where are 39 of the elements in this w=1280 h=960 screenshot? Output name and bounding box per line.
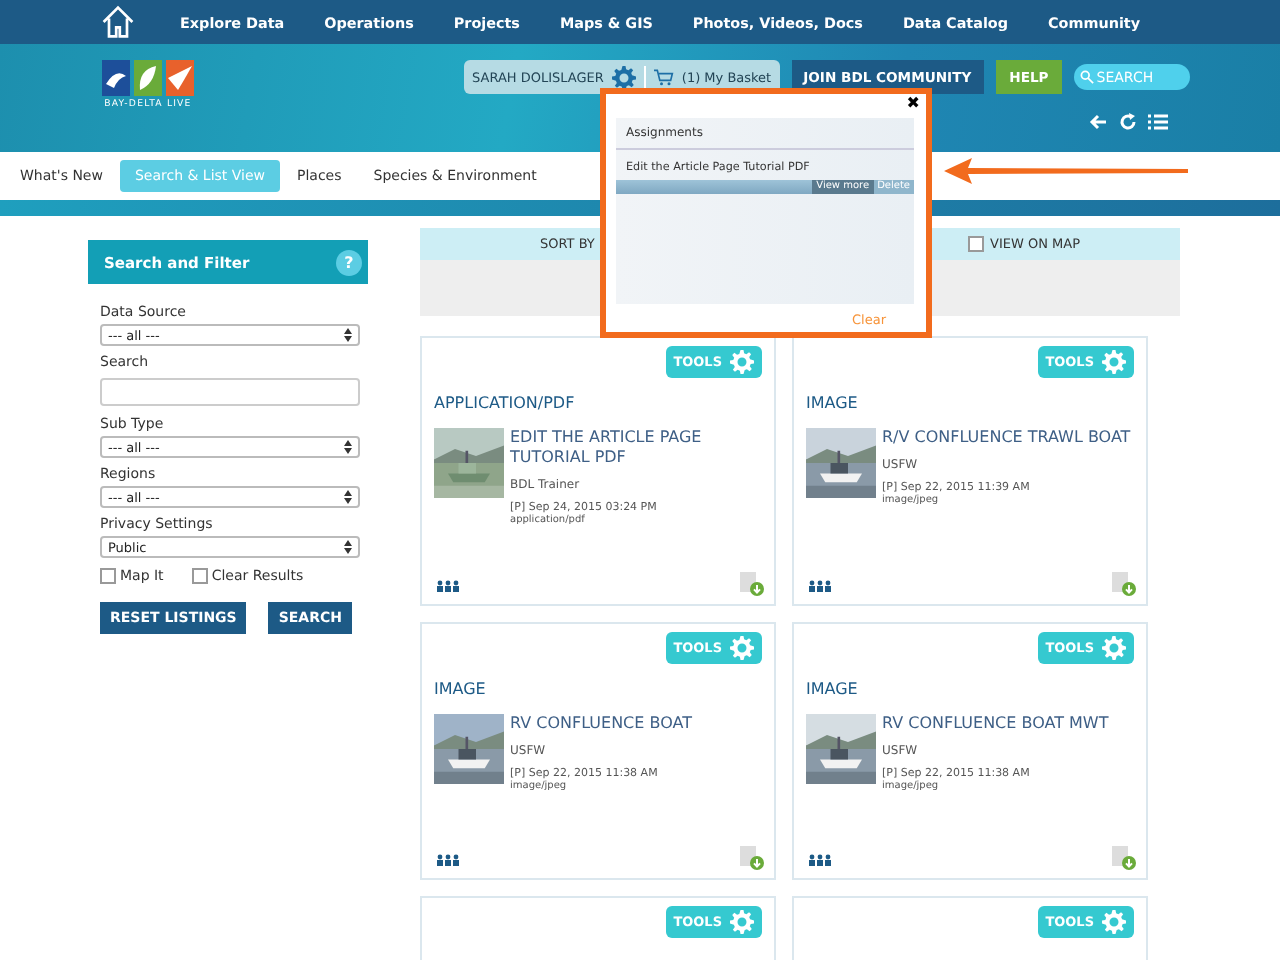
item-type: APPLICATION/PDF	[434, 394, 577, 412]
checkbox[interactable]	[191, 568, 208, 584]
download-icon[interactable]	[740, 846, 764, 870]
people-icon[interactable]	[808, 854, 832, 866]
list-icon[interactable]	[1148, 112, 1168, 132]
item-title[interactable]: R/V CONFLUENCE TRAWL BOAT	[882, 428, 1131, 448]
gear-icon[interactable]	[1102, 910, 1126, 934]
gear-icon[interactable]	[611, 65, 636, 89]
search-input[interactable]	[100, 377, 360, 405]
close-button[interactable]: ✖	[906, 94, 920, 112]
checkbox[interactable]	[100, 568, 116, 584]
updown-arrows-icon	[344, 540, 352, 554]
updown-arrows-icon	[344, 490, 352, 504]
logo-icon[interactable]	[102, 60, 194, 96]
gear-icon[interactable]	[730, 350, 754, 374]
search-icon	[1080, 70, 1095, 84]
download-icon[interactable]	[1112, 846, 1136, 870]
refresh-icon[interactable]	[1118, 112, 1138, 132]
item-type: IMAGE	[806, 680, 860, 698]
checkbox[interactable]	[968, 236, 985, 252]
item-type: IMAGE	[434, 680, 488, 698]
updown-arrows-icon	[344, 328, 352, 342]
people-icon[interactable]	[808, 580, 832, 592]
item-title[interactable]: EDIT THE ARTICLE PAGE TUTORIAL PDF	[510, 428, 762, 468]
gear-icon[interactable]	[730, 636, 754, 660]
download-icon[interactable]	[740, 572, 764, 596]
people-icon[interactable]	[436, 854, 460, 866]
gear-icon[interactable]	[1102, 350, 1126, 374]
cart-icon[interactable]	[653, 68, 674, 86]
updown-arrows-icon	[344, 440, 352, 454]
gear-icon[interactable]	[730, 910, 754, 934]
item-title[interactable]: RV CONFLUENCE BOAT MWT	[882, 714, 1109, 734]
home-icon[interactable]	[100, 4, 136, 40]
item-type: IMAGE	[806, 394, 860, 412]
gear-icon[interactable]	[1102, 636, 1126, 660]
download-icon[interactable]	[1112, 572, 1136, 596]
people-icon[interactable]	[436, 580, 460, 592]
back-arrow-icon[interactable]	[1088, 112, 1108, 132]
item-title[interactable]: RV CONFLUENCE BOAT	[510, 714, 692, 734]
